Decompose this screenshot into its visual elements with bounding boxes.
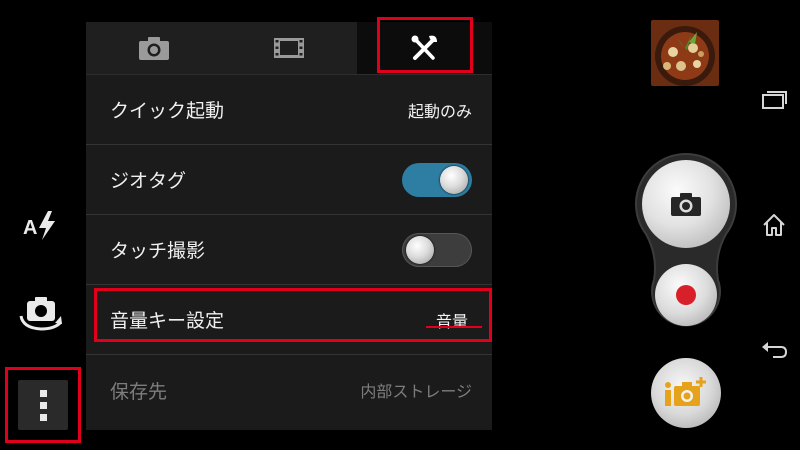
record-icon: [676, 285, 696, 305]
tab-video[interactable]: [221, 22, 356, 74]
flash-button[interactable]: A: [18, 205, 66, 245]
storage-label: 保存先: [110, 380, 168, 403]
camera-icon: [138, 37, 169, 60]
recent-apps-button[interactable]: [754, 85, 794, 115]
more-button-highlight: [5, 367, 81, 443]
touch-capture-toggle[interactable]: [402, 232, 472, 267]
recent-apps-icon: [762, 91, 787, 109]
auto-flash-icon: A: [23, 211, 55, 240]
home-button[interactable]: [754, 210, 794, 240]
settings-panel: クイック起動 起動のみ ジオタグ タッチ撮影 音量キー設定 音量 保存先 内部ス…: [86, 17, 492, 430]
volume-value-underline: [426, 326, 482, 328]
svg-text:A: A: [23, 217, 37, 239]
back-icon: [762, 342, 788, 358]
geotag-toggle[interactable]: [402, 162, 472, 197]
switch-camera-button[interactable]: [12, 290, 70, 338]
tab-camera[interactable]: [86, 22, 221, 74]
quick-launch-label: クイック起動: [110, 100, 225, 122]
back-button[interactable]: [754, 335, 794, 365]
shutter-button[interactable]: [642, 160, 730, 248]
camera-icon: [671, 193, 701, 216]
home-icon: [763, 214, 785, 236]
geotag-label: ジオタグ: [110, 170, 187, 192]
setting-quick-launch[interactable]: クイック起動 起動のみ: [86, 75, 492, 145]
selected-tab-highlight: [377, 17, 473, 73]
setting-touch-capture[interactable]: タッチ撮影: [86, 215, 492, 285]
more-vertical-icon: [39, 389, 47, 421]
storage-value: 内部ストレージ: [360, 382, 472, 401]
setting-volume-key[interactable]: 音量キー設定 音量: [86, 285, 492, 355]
settings-tabs: [86, 17, 492, 75]
setting-geotag[interactable]: ジオタグ: [86, 145, 492, 215]
camera-apps-icon: [665, 377, 706, 406]
food-photo-image: [651, 20, 719, 86]
setting-storage: 保存先 内部ストレージ: [86, 355, 492, 425]
last-photo-thumbnail[interactable]: [651, 20, 719, 86]
toggle-knob: [406, 235, 434, 264]
film-icon: [273, 38, 304, 58]
left-rail: A: [0, 0, 86, 450]
record-button[interactable]: [655, 264, 717, 326]
switch-camera-icon: [19, 297, 63, 331]
toggle-knob: [440, 165, 468, 194]
more-settings-button[interactable]: [18, 380, 68, 430]
volume-key-label: 音量キー設定: [110, 310, 225, 332]
camera-apps-button[interactable]: [651, 358, 721, 428]
touch-capture-label: タッチ撮影: [110, 240, 206, 262]
quick-launch-value: 起動のみ: [407, 101, 472, 121]
capture-controls: [634, 152, 738, 330]
